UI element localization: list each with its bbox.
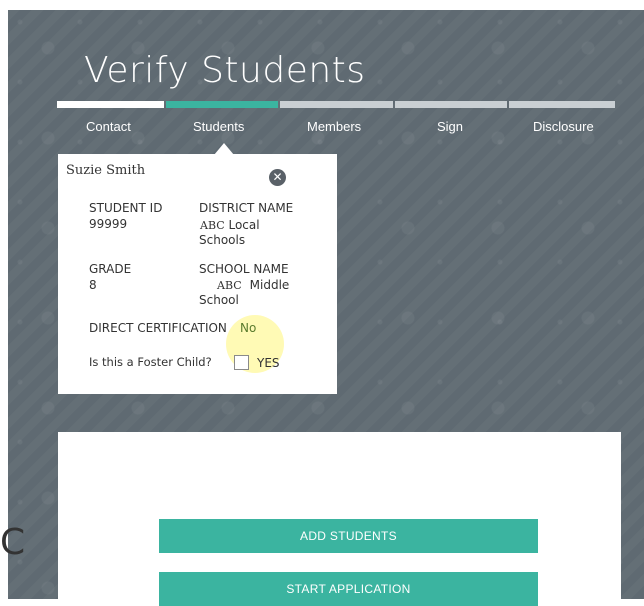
step-students[interactable]: Students — [193, 119, 244, 134]
district-name-value: ABC Local Schools — [199, 218, 329, 248]
edge-partial-glyph: C — [0, 522, 26, 563]
school-name-value: ABC Middle School — [199, 278, 335, 308]
school-name-prefix: ABC — [217, 279, 242, 292]
start-application-button[interactable]: START APPLICATION — [159, 572, 538, 606]
progress-segment-students — [166, 101, 278, 108]
main-content-card: ADD STUDENTS START APPLICATION — [58, 432, 621, 606]
student-id-value: 99999 — [89, 217, 128, 231]
foster-child-question: Is this a Foster Child? — [89, 355, 212, 369]
add-students-button[interactable]: ADD STUDENTS — [159, 519, 538, 553]
page-title: Verify Students — [84, 50, 366, 91]
grade-value: 8 — [89, 278, 97, 292]
step-disclosure[interactable]: Disclosure — [533, 119, 594, 134]
step-labels: Contact Students Members Sign Disclosure — [57, 119, 637, 137]
progress-segment-contact — [57, 101, 164, 108]
district-name-prefix: ABC — [200, 219, 225, 232]
direct-certification-value: No — [240, 321, 257, 335]
progress-segment-disclosure — [509, 101, 615, 108]
district-name-line2: Schools — [199, 233, 246, 247]
student-name: Suzie Smith — [66, 163, 146, 178]
step-sign[interactable]: Sign — [437, 119, 463, 134]
district-name-suffix: Local — [228, 218, 260, 232]
school-name-line2: School — [199, 293, 239, 307]
step-contact[interactable]: Contact — [86, 119, 131, 134]
close-icon[interactable]: ✕ — [269, 169, 286, 186]
progress-segment-members — [280, 101, 393, 108]
foster-child-yes-label[interactable]: YES — [257, 356, 280, 370]
progress-bar — [57, 101, 617, 108]
district-name-label: DISTRICT NAME — [199, 201, 294, 215]
foster-child-checkbox[interactable] — [234, 355, 249, 370]
school-name-suffix: Middle — [249, 278, 290, 292]
direct-certification-label: DIRECT CERTIFICATION — [89, 321, 227, 335]
step-members[interactable]: Members — [307, 119, 361, 134]
progress-segment-sign — [395, 101, 507, 108]
school-name-label: SCHOOL NAME — [199, 262, 289, 276]
student-detail-card: Suzie Smith ✕ STUDENT ID 99999 DISTRICT … — [58, 154, 337, 394]
grade-label: GRADE — [89, 262, 132, 276]
student-id-label: STUDENT ID — [89, 201, 163, 215]
